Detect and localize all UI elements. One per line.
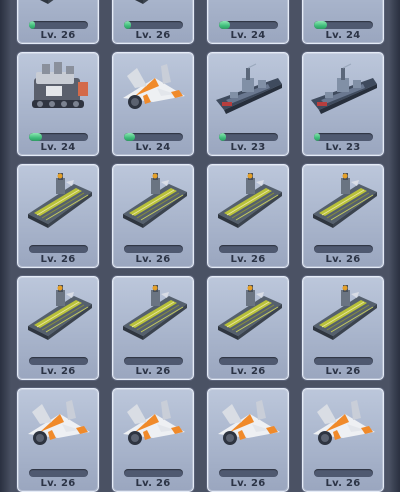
upgrade-progress-bar xyxy=(314,469,373,477)
unit-level-label: Lv. 26 xyxy=(230,366,266,377)
upgrade-progress-bar xyxy=(124,133,183,141)
carrier-icon xyxy=(307,280,381,342)
carrier-icon xyxy=(22,0,96,6)
unit-level-label: Lv. 24 xyxy=(135,142,171,153)
upgrade-progress-bar xyxy=(219,21,278,29)
carrier-icon xyxy=(22,280,96,342)
unit-card-carrier[interactable]: Lv. 26 xyxy=(112,276,194,380)
unit-card-carrier[interactable]: Lv. 26 xyxy=(17,0,99,44)
unit-card-jet-fighter[interactable]: Lv. 26 xyxy=(17,388,99,492)
upgrade-progress-bar xyxy=(219,357,278,365)
upgrade-progress-bar xyxy=(314,357,373,365)
upgrade-progress-bar xyxy=(314,21,373,29)
unit-level-label: Lv. 24 xyxy=(325,30,361,41)
unit-card-destroyer[interactable]: Lv. 23 xyxy=(207,52,289,156)
carrier-icon xyxy=(117,168,191,230)
carrier-icon xyxy=(117,0,191,6)
upgrade-progress-fill xyxy=(314,133,320,141)
unit-level-label: Lv. 26 xyxy=(135,254,171,265)
unit-card-carrier[interactable]: Lv. 26 xyxy=(17,164,99,268)
unit-card-jet-fighter[interactable]: Lv. 24 xyxy=(112,52,194,156)
upgrade-progress-bar xyxy=(124,21,183,29)
mech-tank-icon xyxy=(307,0,381,6)
unit-card-mech-tank[interactable]: Lv. 24 xyxy=(17,52,99,156)
unit-card-carrier[interactable]: Lv. 26 xyxy=(112,0,194,44)
unit-level-label: Lv. 26 xyxy=(325,254,361,265)
unit-level-label: Lv. 26 xyxy=(40,30,76,41)
upgrade-progress-bar xyxy=(29,357,88,365)
unit-level-label: Lv. 26 xyxy=(325,366,361,377)
unit-grid: Lv. 26 Lv. 26 Lv. 24 Lv. 24 Lv. 24 Lv. 2… xyxy=(0,0,400,492)
jet-fighter-icon xyxy=(212,392,286,454)
upgrade-progress-fill xyxy=(219,21,230,29)
upgrade-progress-bar xyxy=(314,133,373,141)
unit-card-carrier[interactable]: Lv. 26 xyxy=(112,164,194,268)
unit-card-jet-fighter[interactable]: Lv. 26 xyxy=(112,388,194,492)
jet-fighter-icon xyxy=(307,392,381,454)
upgrade-progress-bar xyxy=(29,21,88,29)
upgrade-progress-bar xyxy=(314,245,373,253)
unit-card-carrier[interactable]: Lv. 26 xyxy=(302,276,384,380)
unit-card-mech-tank[interactable]: Lv. 24 xyxy=(302,0,384,44)
unit-card-carrier[interactable]: Lv. 26 xyxy=(207,164,289,268)
unit-level-label: Lv. 26 xyxy=(135,30,171,41)
mech-tank-icon xyxy=(22,56,96,118)
upgrade-progress-fill xyxy=(314,21,327,29)
unit-card-carrier[interactable]: Lv. 26 xyxy=(207,276,289,380)
carrier-icon xyxy=(212,168,286,230)
unit-level-label: Lv. 26 xyxy=(40,254,76,265)
unit-level-label: Lv. 24 xyxy=(230,30,266,41)
jet-fighter-icon xyxy=(22,392,96,454)
upgrade-progress-bar xyxy=(219,133,278,141)
upgrade-progress-bar xyxy=(29,245,88,253)
unit-card-carrier[interactable]: Lv. 26 xyxy=(302,164,384,268)
unit-card-carrier[interactable]: Lv. 26 xyxy=(17,276,99,380)
upgrade-progress-fill xyxy=(124,133,135,141)
unit-level-label: Lv. 23 xyxy=(325,142,361,153)
destroyer-icon xyxy=(212,56,286,118)
mech-tank-icon xyxy=(212,0,286,6)
carrier-icon xyxy=(212,280,286,342)
unit-level-label: Lv. 26 xyxy=(230,254,266,265)
carrier-icon xyxy=(117,280,191,342)
upgrade-progress-fill xyxy=(29,21,35,29)
upgrade-progress-bar xyxy=(124,245,183,253)
unit-level-label: Lv. 26 xyxy=(135,366,171,377)
unit-card-jet-fighter[interactable]: Lv. 26 xyxy=(302,388,384,492)
unit-card-jet-fighter[interactable]: Lv. 26 xyxy=(207,388,289,492)
upgrade-progress-fill xyxy=(124,21,132,29)
unit-card-destroyer[interactable]: Lv. 23 xyxy=(302,52,384,156)
unit-level-label: Lv. 23 xyxy=(230,142,266,153)
carrier-icon xyxy=(307,168,381,230)
upgrade-progress-bar xyxy=(29,469,88,477)
jet-fighter-icon xyxy=(117,56,191,118)
carrier-icon xyxy=(22,168,96,230)
unit-level-label: Lv. 24 xyxy=(40,142,76,153)
upgrade-progress-bar xyxy=(29,133,88,141)
upgrade-progress-fill xyxy=(29,133,42,141)
unit-level-label: Lv. 26 xyxy=(40,366,76,377)
upgrade-progress-fill xyxy=(219,133,227,141)
destroyer-icon xyxy=(307,56,381,118)
upgrade-progress-bar xyxy=(219,469,278,477)
jet-fighter-icon xyxy=(117,392,191,454)
upgrade-progress-bar xyxy=(124,357,183,365)
upgrade-progress-bar xyxy=(124,469,183,477)
upgrade-progress-bar xyxy=(219,245,278,253)
unit-card-mech-tank[interactable]: Lv. 24 xyxy=(207,0,289,44)
